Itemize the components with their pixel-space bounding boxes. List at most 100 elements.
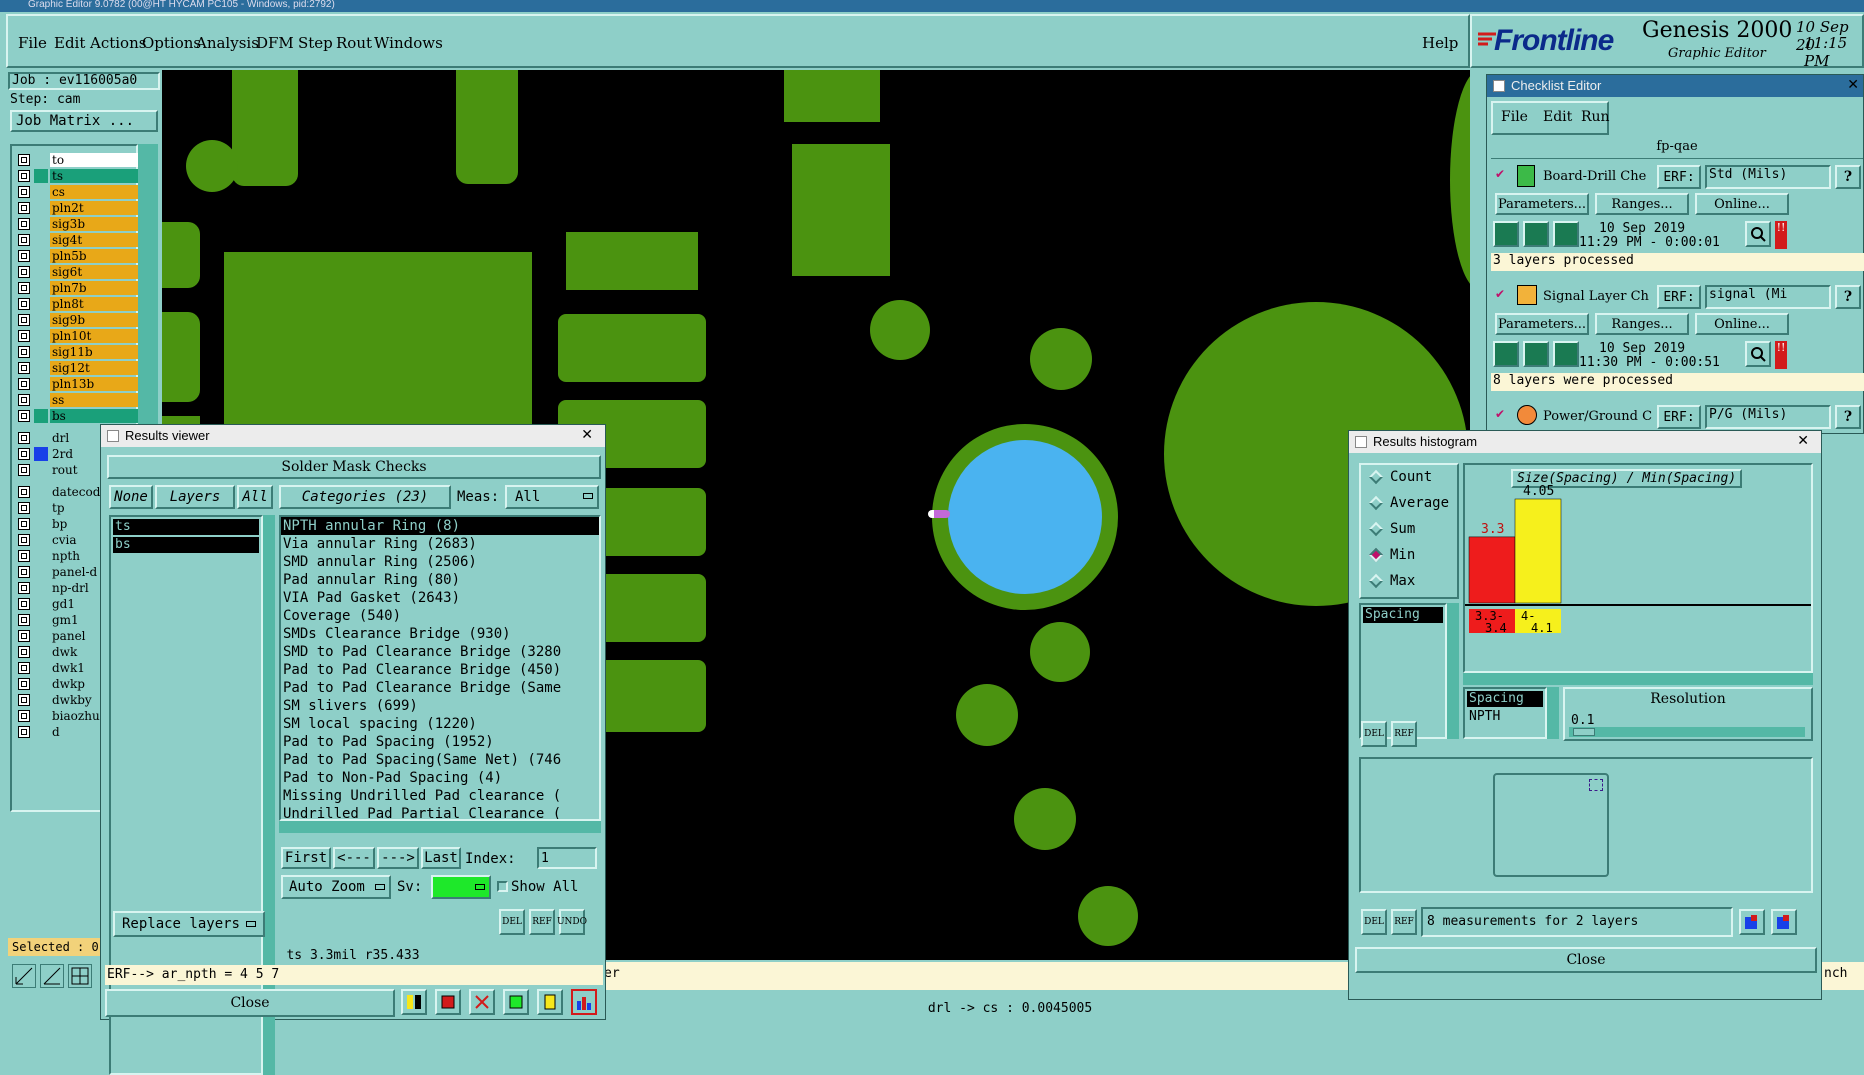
layer-list-item[interactable]: ts — [113, 519, 259, 535]
enabled-check-icon[interactable]: ✔ — [1495, 287, 1505, 301]
layer-checkbox[interactable] — [18, 645, 30, 658]
menu-rout[interactable]: Rout — [336, 34, 372, 52]
legend-item[interactable]: Spacing — [1467, 691, 1543, 707]
report-icon[interactable] — [537, 989, 563, 1015]
del-icon[interactable]: DEL — [1361, 909, 1387, 935]
layer-checkbox[interactable] — [18, 501, 30, 514]
layer-checkbox[interactable] — [18, 517, 30, 530]
layer-name[interactable]: pln10t — [50, 328, 144, 343]
run-icon[interactable] — [503, 989, 529, 1015]
index-input[interactable] — [537, 847, 597, 869]
zoom-icon[interactable] — [1745, 221, 1771, 247]
histogram-titlebar[interactable]: Results histogram — [1349, 431, 1821, 453]
category-item[interactable]: SMD annular Ring (2506) — [281, 553, 599, 571]
histogram-bar[interactable] — [1468, 536, 1516, 604]
layer-checkbox[interactable] — [18, 463, 30, 476]
layer-row-ss[interactable]: ss — [18, 392, 144, 407]
category-item[interactable]: Pad to Non-Pad Spacing (4) — [281, 769, 599, 787]
del-icon[interactable]: DEL — [499, 909, 525, 935]
category-item[interactable]: SMD to Pad Clearance Bridge (3280 — [281, 643, 599, 661]
category-item[interactable]: Pad to Pad Spacing (1952) — [281, 733, 599, 751]
layer-checkbox[interactable] — [18, 725, 30, 738]
grid-tool-icon[interactable] — [68, 964, 92, 988]
mode-average-radio[interactable]: Average — [1368, 495, 1449, 511]
ref-icon[interactable]: REF — [1391, 721, 1417, 747]
layer-checkbox[interactable] — [18, 549, 30, 562]
layer-name[interactable]: sig3b — [50, 216, 144, 231]
npth-hole[interactable] — [948, 440, 1102, 594]
category-item[interactable]: SM slivers (699) — [281, 697, 599, 715]
checklist-editor-titlebar[interactable]: Checklist Editor — [1487, 75, 1863, 97]
menu-edit[interactable]: Edit — [54, 34, 85, 52]
erf-value[interactable]: Std (Mils) — [1705, 165, 1831, 189]
histogram-icon[interactable] — [571, 989, 597, 1015]
chart-export-icon[interactable] — [1739, 909, 1765, 935]
category-item[interactable]: Pad annular Ring (80) — [281, 571, 599, 589]
layer-checkbox[interactable] — [18, 297, 30, 310]
mode-count-radio[interactable]: Count — [1368, 469, 1432, 485]
layer-checkbox[interactable] — [18, 281, 30, 294]
histogram-list-item[interactable]: Spacing — [1363, 607, 1443, 623]
none-button[interactable]: None — [109, 485, 153, 509]
results-viewer-titlebar[interactable]: Results viewer — [101, 425, 605, 447]
categories-button[interactable]: Categories (23) — [279, 485, 451, 509]
layer-checkbox[interactable] — [18, 345, 30, 358]
layers-button[interactable]: Layers — [155, 485, 235, 509]
meas-dropdown[interactable]: All — [505, 485, 599, 509]
layer-checkbox[interactable] — [18, 409, 30, 422]
last-button[interactable]: Last — [421, 847, 461, 869]
help-icon[interactable]: ? — [1835, 285, 1861, 309]
layer-row-sig6t[interactable]: sig6t — [18, 264, 144, 279]
help-icon[interactable]: ? — [1835, 405, 1861, 429]
close-icon[interactable]: ✕ — [581, 426, 593, 443]
mode-min-radio[interactable]: Min — [1368, 547, 1415, 563]
histogram-close-button[interactable]: Close — [1355, 947, 1817, 973]
erf-button[interactable]: ERF: — [1657, 165, 1701, 189]
layer-checkbox[interactable] — [18, 597, 30, 610]
resolution-slider[interactable] — [1569, 727, 1805, 737]
layer-checkbox[interactable] — [18, 485, 30, 498]
layer-checkbox[interactable] — [18, 249, 30, 262]
del-icon[interactable]: DEL — [1361, 721, 1387, 747]
checklist-menu-file[interactable]: File — [1501, 109, 1528, 125]
layer-checkbox[interactable] — [18, 693, 30, 706]
menu-options[interactable]: Options — [142, 34, 201, 52]
prev-button[interactable]: <--- — [333, 847, 375, 869]
online-button[interactable]: Online... — [1695, 313, 1789, 335]
job-matrix-button[interactable]: Job Matrix ... — [10, 110, 158, 132]
chart-print-icon[interactable] — [1771, 909, 1797, 935]
run-action-icon[interactable] — [1523, 221, 1549, 247]
categories-hscrollbar[interactable] — [279, 821, 601, 833]
layer-list-item[interactable]: bs — [113, 537, 259, 553]
all-button[interactable]: All — [237, 485, 273, 509]
zoom-icon[interactable] — [1745, 341, 1771, 367]
layer-name[interactable]: sig12t — [50, 360, 144, 375]
close-icon[interactable]: ✕ — [1847, 76, 1859, 93]
histogram-bar[interactable] — [1514, 498, 1562, 604]
legend-item[interactable]: NPTH — [1467, 709, 1543, 725]
layer-row-pln13b[interactable]: pln13b — [18, 376, 144, 391]
run-action-icon[interactable] — [1523, 341, 1549, 367]
category-item[interactable]: VIA Pad Gasket (2643) — [281, 589, 599, 607]
layer-checkbox[interactable] — [18, 185, 30, 198]
layer-row-ts[interactable]: ts — [18, 168, 144, 183]
show-all-checkbox[interactable] — [497, 881, 508, 892]
online-button[interactable]: Online... — [1695, 193, 1789, 215]
category-item[interactable]: NPTH annular Ring (8) — [281, 517, 599, 535]
erf-button[interactable]: ERF: — [1657, 285, 1701, 309]
layer-name[interactable]: sig6t — [50, 264, 144, 279]
ref-icon[interactable]: REF — [529, 909, 555, 935]
layer-checkbox[interactable] — [18, 313, 30, 326]
parameters-button[interactable]: Parameters... — [1495, 193, 1589, 215]
layer-row-pln2t[interactable]: pln2t — [18, 200, 144, 215]
erf-value[interactable]: signal (Mi — [1705, 285, 1831, 309]
layer-name[interactable]: sig4t — [50, 232, 144, 247]
layer-checkbox[interactable] — [18, 677, 30, 690]
layer-name[interactable]: sig11b — [50, 344, 144, 359]
checklist-menu-run[interactable]: Run — [1581, 109, 1610, 125]
layer-name[interactable]: pln5b — [50, 248, 144, 263]
undo-icon[interactable]: UNDO — [557, 909, 587, 935]
mode-max-radio[interactable]: Max — [1368, 573, 1415, 589]
layer-checkbox[interactable] — [18, 377, 30, 390]
enabled-check-icon[interactable]: ✔ — [1495, 407, 1505, 421]
